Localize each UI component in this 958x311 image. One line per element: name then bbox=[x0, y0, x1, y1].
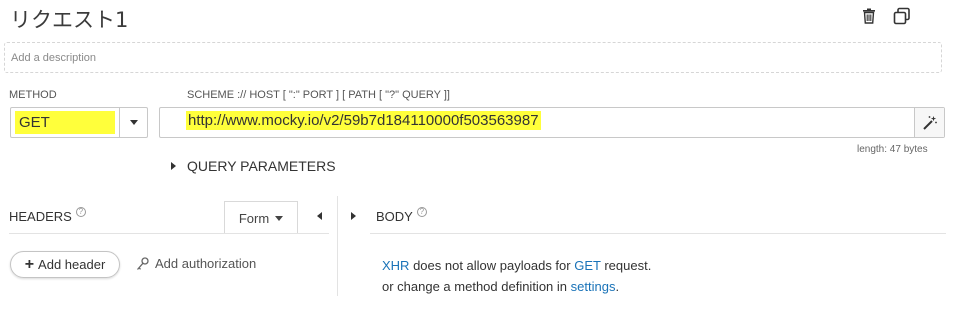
method-select[interactable]: GET bbox=[10, 107, 148, 138]
plus-icon: + bbox=[24, 255, 35, 273]
body-divider bbox=[370, 233, 946, 234]
duplicate-button[interactable] bbox=[892, 6, 912, 26]
caret-down-icon bbox=[275, 215, 284, 221]
url-field[interactable]: http://www.mocky.io/v2/59b7d184110000f50… bbox=[160, 108, 914, 137]
url-length: length: 47 bytes bbox=[857, 144, 928, 155]
method-value[interactable]: GET bbox=[15, 111, 115, 134]
add-header-button[interactable]: + Add header bbox=[10, 251, 120, 278]
body-payload-message: XHR does not allow payloads for GET requ… bbox=[382, 255, 651, 297]
xhr-link[interactable]: XHR bbox=[382, 258, 409, 273]
description-field[interactable]: Add a description bbox=[4, 42, 942, 73]
help-icon[interactable]: ? bbox=[75, 207, 86, 217]
query-parameters-toggle[interactable]: QUERY PARAMETERS bbox=[171, 158, 336, 174]
url-input[interactable]: http://www.mocky.io/v2/59b7d184110000f50… bbox=[159, 107, 945, 138]
editor-mode-label: Form bbox=[238, 210, 270, 226]
help-icon[interactable]: ? bbox=[416, 207, 427, 217]
msg-text: does not allow payloads for bbox=[409, 258, 575, 273]
magic-wand-icon bbox=[922, 115, 937, 130]
msg-text: . bbox=[615, 279, 620, 294]
caret-down-icon bbox=[129, 120, 138, 125]
msg-text: or change a method definition in bbox=[382, 279, 571, 294]
get-method-link[interactable]: GET bbox=[574, 258, 601, 273]
collapse-left-icon[interactable] bbox=[317, 212, 322, 220]
settings-link[interactable]: settings bbox=[571, 279, 616, 294]
request-title[interactable]: リクエスト1 bbox=[10, 4, 128, 34]
body-title: BODY? bbox=[376, 207, 427, 224]
panel-divider bbox=[337, 196, 338, 296]
add-authorization-button[interactable]: Add authorization bbox=[136, 256, 256, 271]
method-label: METHOD bbox=[9, 89, 57, 101]
msg-text: request. bbox=[600, 258, 652, 273]
body-title-text: BODY bbox=[376, 209, 413, 224]
url-encode-button[interactable] bbox=[914, 108, 944, 137]
query-parameters-label: QUERY PARAMETERS bbox=[187, 158, 336, 174]
headers-title: HEADERS? bbox=[9, 207, 86, 224]
body-message-line-1: XHR does not allow payloads for GET requ… bbox=[382, 255, 651, 276]
copy-icon bbox=[893, 7, 910, 25]
add-authorization-label: Add authorization bbox=[155, 256, 257, 271]
expand-right-icon[interactable] bbox=[351, 212, 356, 220]
delete-button[interactable] bbox=[859, 6, 879, 26]
headers-divider bbox=[9, 233, 329, 234]
trash-icon bbox=[863, 8, 875, 24]
add-header-label: Add header bbox=[38, 257, 106, 272]
expand-arrow-icon bbox=[171, 162, 176, 170]
key-icon bbox=[137, 256, 149, 270]
body-message-line-2: or change a method definition in setting… bbox=[382, 276, 651, 297]
headers-editor-mode-button[interactable]: Form bbox=[224, 201, 298, 234]
method-dropdown-toggle[interactable] bbox=[119, 108, 147, 137]
headers-title-text: HEADERS bbox=[9, 209, 72, 224]
url-value: http://www.mocky.io/v2/59b7d184110000f50… bbox=[186, 111, 541, 130]
url-format-label: SCHEME :// HOST [ ":" PORT ] [ PATH [ "?… bbox=[187, 89, 450, 101]
